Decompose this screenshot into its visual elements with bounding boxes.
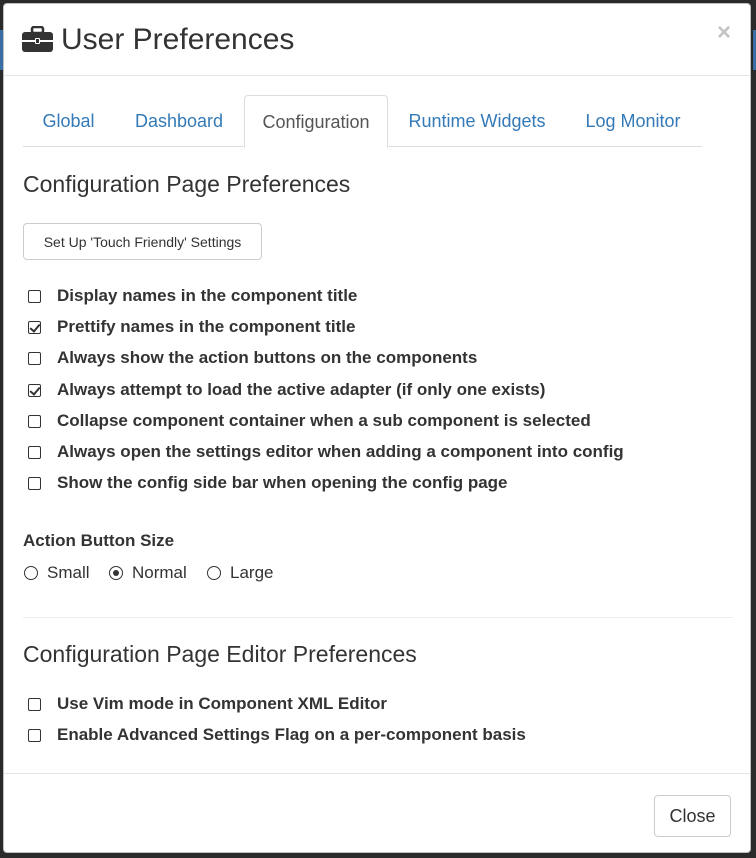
- tab-log-monitor[interactable]: Log Monitor: [568, 95, 698, 147]
- action-button-size-label: Action Button Size: [23, 531, 175, 550]
- option-advanced-settings-flag[interactable]: Enable Advanced Settings Flag on a per-c…: [28, 723, 526, 747]
- option-label: Prettify names in the component title: [57, 317, 356, 336]
- option-config-side-bar[interactable]: Show the config side bar when opening th…: [28, 471, 508, 495]
- radio-button[interactable]: [109, 566, 123, 580]
- checkbox[interactable]: [28, 476, 41, 490]
- option-label: Always open the settings editor when add…: [57, 442, 624, 461]
- checkbox[interactable]: [28, 351, 41, 365]
- radio-size-large[interactable]: Large: [207, 561, 273, 585]
- option-label: Always show the action buttons on the co…: [57, 348, 478, 367]
- option-display-names[interactable]: Display names in the component title: [28, 284, 357, 308]
- preferences-tabs: Global Dashboard Configuration Runtime W…: [23, 95, 702, 148]
- checkbox[interactable]: [28, 728, 41, 742]
- option-label: Show the config side bar when opening th…: [57, 473, 508, 492]
- briefcase-icon: [22, 26, 53, 52]
- close-icon[interactable]: ×: [717, 20, 731, 46]
- radio-button[interactable]: [207, 566, 221, 580]
- radio-label: Small: [47, 563, 90, 582]
- radio-size-normal[interactable]: Normal: [109, 561, 187, 585]
- tab-configuration[interactable]: Configuration: [244, 95, 388, 148]
- tab-global[interactable]: Global: [23, 95, 114, 147]
- checkbox[interactable]: [28, 414, 41, 428]
- checkbox[interactable]: [28, 383, 41, 397]
- option-vim-mode[interactable]: Use Vim mode in Component XML Editor: [28, 692, 387, 716]
- checkbox[interactable]: [28, 697, 41, 711]
- modal-title: User Preferences: [61, 23, 295, 56]
- config-prefs-heading: Configuration Page Preferences: [23, 171, 351, 197]
- touch-friendly-settings-button[interactable]: Set Up 'Touch Friendly' Settings: [23, 223, 262, 260]
- checkbox[interactable]: [28, 320, 41, 334]
- option-label: Use Vim mode in Component XML Editor: [57, 694, 387, 713]
- option-label: Display names in the component title: [57, 286, 358, 305]
- modal-header: User Preferences ×: [4, 4, 750, 76]
- tab-dashboard[interactable]: Dashboard: [119, 95, 239, 147]
- tab-runtime-widgets[interactable]: Runtime Widgets: [393, 95, 561, 147]
- option-show-action-buttons[interactable]: Always show the action buttons on the co…: [28, 346, 477, 370]
- option-label: Collapse component container when a sub …: [57, 411, 591, 430]
- close-button[interactable]: Close: [654, 795, 731, 837]
- radio-size-small[interactable]: Small: [24, 561, 90, 585]
- option-load-active-adapter[interactable]: Always attempt to load the active adapte…: [28, 378, 545, 402]
- option-open-settings-editor[interactable]: Always open the settings editor when add…: [28, 440, 624, 464]
- modal-footer: Close: [4, 773, 750, 853]
- option-prettify-names[interactable]: Prettify names in the component title: [28, 315, 356, 339]
- option-label: Enable Advanced Settings Flag on a per-c…: [57, 725, 526, 744]
- editor-prefs-heading: Configuration Page Editor Preferences: [23, 641, 417, 667]
- option-collapse-container[interactable]: Collapse component container when a sub …: [28, 409, 591, 433]
- option-label: Always attempt to load the active adapte…: [57, 380, 546, 399]
- section-divider: [23, 617, 733, 618]
- radio-label: Large: [230, 563, 274, 582]
- user-preferences-modal: User Preferences × Global Dashboard Conf…: [3, 3, 751, 853]
- checkbox[interactable]: [28, 445, 41, 459]
- checkbox[interactable]: [28, 289, 41, 303]
- radio-button[interactable]: [24, 566, 38, 580]
- radio-label: Normal: [132, 563, 187, 582]
